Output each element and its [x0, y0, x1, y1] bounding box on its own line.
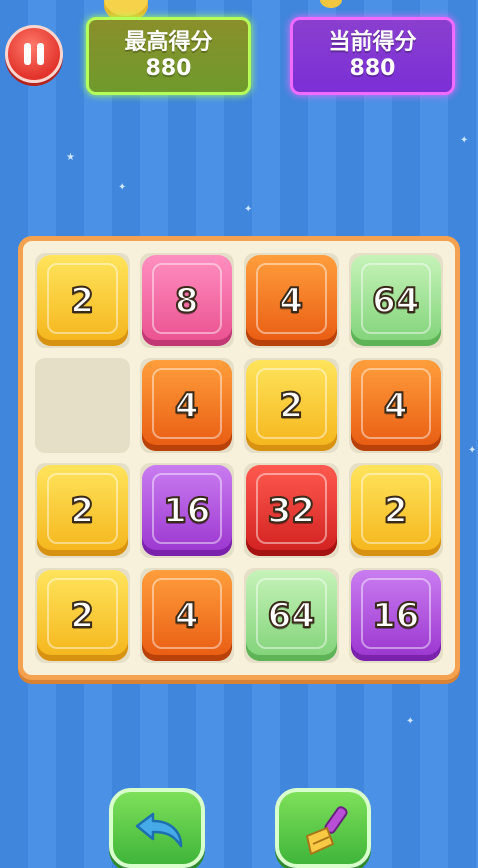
sparkle-icon: ✦ [406, 716, 415, 727]
pause-icon [37, 43, 44, 65]
current-score-panel: 当前得分 880 [290, 17, 455, 95]
tile-16[interactable]: 16 [141, 465, 232, 556]
tile-4[interactable]: 4 [141, 360, 232, 451]
board-cell: 16 [348, 568, 443, 663]
board-cell: 4 [139, 568, 234, 663]
sparkle-icon: ✦ [460, 135, 469, 146]
board-cell: 64 [244, 568, 339, 663]
tile-4[interactable]: 4 [246, 255, 337, 346]
board-cell: 2 [35, 253, 130, 348]
current-score-label: 当前得分 [328, 30, 417, 55]
tile-value: 64 [267, 595, 316, 637]
tile-4[interactable]: 4 [141, 570, 232, 661]
undo-button[interactable] [109, 788, 205, 868]
board-cell: 2 [348, 463, 443, 558]
best-score-label: 最高得分 [124, 30, 213, 55]
tile-value: 2 [69, 595, 95, 637]
tile-value: 4 [383, 385, 409, 427]
board-grid[interactable]: 2 8 4 64 4 2 4 2 16 32 2 2 4 64 16 [35, 253, 443, 663]
board-cell: 64 [348, 253, 443, 348]
tile-64[interactable]: 64 [350, 255, 441, 346]
pause-button[interactable] [5, 25, 63, 83]
tile-4[interactable]: 4 [350, 360, 441, 451]
pause-icon [24, 43, 31, 65]
tile-2[interactable]: 2 [37, 570, 128, 661]
sparkle-icon: ✦ [468, 445, 477, 456]
tile-value: 4 [174, 385, 200, 427]
board-cell: 16 [139, 463, 234, 558]
board-cell: 4 [244, 253, 339, 348]
broom-icon [306, 806, 348, 855]
clear-button[interactable] [275, 788, 371, 868]
tile-32[interactable]: 32 [246, 465, 337, 556]
board-cell: 2 [35, 568, 130, 663]
tile-value: 8 [174, 280, 200, 322]
tile-2[interactable]: 2 [37, 255, 128, 346]
board-cell: 2 [244, 358, 339, 453]
undo-arrow-icon [135, 812, 183, 848]
tile-2[interactable]: 2 [246, 360, 337, 451]
game-board[interactable]: 2 8 4 64 4 2 4 2 16 32 2 2 4 64 16 [18, 236, 460, 680]
tile-value: 4 [174, 595, 200, 637]
tile-value: 32 [267, 490, 316, 532]
sparkle-icon: ✦ [118, 182, 127, 193]
sparkle-icon: ✦ [244, 204, 253, 215]
board-cell: 4 [139, 358, 234, 453]
board-cell [35, 358, 130, 453]
board-cell: 4 [348, 358, 443, 453]
tile-value: 2 [69, 280, 95, 322]
best-score-panel: 最高得分 880 [86, 17, 251, 95]
tile-value: 2 [69, 490, 95, 532]
tile-value: 2 [383, 490, 409, 532]
best-score-value: 880 [145, 56, 192, 81]
current-score-value: 880 [349, 56, 396, 81]
tile-value: 16 [371, 595, 420, 637]
tile-value: 16 [162, 490, 211, 532]
board-cell: 8 [139, 253, 234, 348]
tile-value: 2 [278, 385, 304, 427]
tile-64[interactable]: 64 [246, 570, 337, 661]
board-cell: 2 [35, 463, 130, 558]
coin-decoration [320, 0, 342, 8]
tile-16[interactable]: 16 [350, 570, 441, 661]
tile-2[interactable]: 2 [350, 465, 441, 556]
tile-8[interactable]: 8 [141, 255, 232, 346]
tile-2[interactable]: 2 [37, 465, 128, 556]
sparkle-icon: ★ [66, 152, 75, 163]
tile-value: 4 [278, 280, 304, 322]
tile-value: 64 [371, 280, 420, 322]
board-cell: 32 [244, 463, 339, 558]
